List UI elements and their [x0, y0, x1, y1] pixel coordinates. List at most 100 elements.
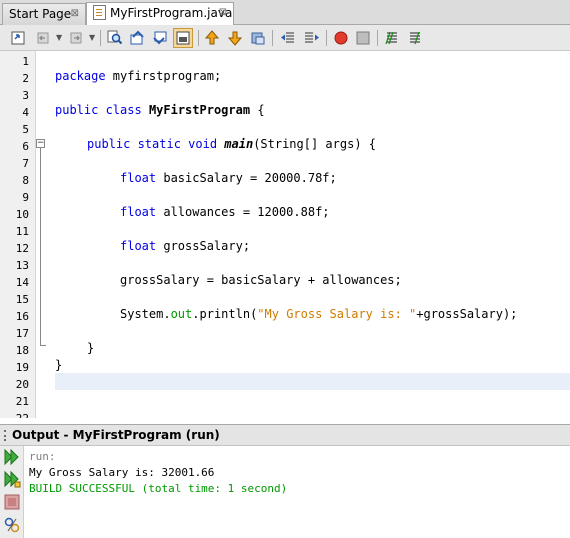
- uncomment-icon[interactable]: [405, 28, 425, 48]
- code-text: System.: [120, 307, 171, 321]
- class-name: MyFirstProgram: [148, 103, 251, 117]
- close-icon[interactable]: ⊠: [219, 3, 227, 23]
- line-number: 21: [15, 395, 29, 408]
- code-line: grossSalary = basicSalary + allowances;: [120, 272, 402, 289]
- previous-bookmark-icon[interactable]: [202, 28, 222, 48]
- toolbar-separator: [326, 30, 327, 46]
- code-text: +grossSalary);: [416, 307, 518, 321]
- output-line: My Gross Salary is: 32001.66: [29, 466, 215, 479]
- find-next-icon[interactable]: [150, 28, 170, 48]
- line-number: 14: [15, 276, 29, 289]
- line-number: 19: [15, 361, 29, 374]
- line-number: 15: [15, 293, 29, 306]
- string-literal: "My Gross Salary is: ": [257, 307, 417, 321]
- line-number: 7: [22, 157, 29, 170]
- code-text: }: [55, 358, 63, 372]
- fold-collapse-icon[interactable]: −: [36, 139, 45, 148]
- line-number: 13: [15, 259, 29, 272]
- line-number: 22: [0, 410, 29, 418]
- line-number: 1: [22, 55, 29, 68]
- field-name: out: [170, 307, 193, 321]
- tab-start-page[interactable]: Start Page ⊠: [2, 3, 86, 25]
- code-line: float allowances = 12000.88f;: [120, 204, 330, 221]
- find-previous-icon[interactable]: [128, 28, 148, 48]
- line-number: 3: [22, 89, 29, 102]
- line-number: 18: [15, 344, 29, 357]
- code-text: }: [87, 341, 95, 355]
- keyword: public class: [55, 103, 142, 117]
- tab-myfirstprogram-java[interactable]: MyFirstProgram.java ⊠: [86, 2, 234, 26]
- forward-icon[interactable]: [66, 28, 86, 48]
- fold-guide: [40, 148, 41, 346]
- code-editor[interactable]: 1 2 3 4 5 6 7 8 9 10 11 12 13 14 15 16 1…: [0, 51, 570, 418]
- line-number: 6: [22, 140, 29, 153]
- shift-left-icon[interactable]: [278, 28, 298, 48]
- method-name: main: [224, 137, 254, 151]
- code-text: allowances = 12000.88f;: [156, 205, 330, 219]
- line-number: 10: [15, 208, 29, 221]
- last-edit-icon[interactable]: [8, 28, 28, 48]
- toggle-highlight-search-icon[interactable]: [173, 28, 193, 48]
- current-line-highlight: [55, 373, 570, 390]
- output-window-title: Output - MyFirstProgram (run): [12, 428, 220, 442]
- keyword: float: [120, 205, 157, 219]
- java-file-icon: [93, 5, 106, 20]
- settings-icon[interactable]: [3, 516, 21, 534]
- shift-right-icon[interactable]: [302, 28, 322, 48]
- rerun-icon[interactable]: [3, 448, 21, 466]
- toolbar-separator: [377, 30, 378, 46]
- find-icon[interactable]: [105, 28, 125, 48]
- output-window-header[interactable]: Output - MyFirstProgram (run): [0, 424, 570, 446]
- chevron-down-icon[interactable]: ▼: [56, 28, 62, 48]
- code-text: basicSalary = 20000.78f;: [156, 171, 337, 185]
- next-bookmark-icon[interactable]: [225, 28, 245, 48]
- keyword: public static void: [87, 137, 218, 151]
- code-text: myfirstprogram;: [105, 69, 222, 83]
- stop-macro-recording-icon[interactable]: [353, 28, 373, 48]
- keyword: package: [55, 69, 106, 83]
- line-number: 9: [22, 191, 29, 204]
- code-text: (String[] args) {: [253, 137, 377, 151]
- back-icon[interactable]: [33, 28, 53, 48]
- editor-toolbar: ▼ ▼: [0, 25, 570, 51]
- toolbar-separator: [198, 30, 199, 46]
- rerun-with-options-icon[interactable]: [3, 470, 21, 488]
- stop-icon[interactable]: [3, 493, 21, 511]
- code-text: {: [250, 103, 265, 117]
- code-line: package myfirstprogram;: [55, 68, 221, 85]
- line-number: 12: [15, 242, 29, 255]
- fold-guide-end: [40, 345, 46, 346]
- code-text: .println(: [192, 307, 258, 321]
- line-number: 11: [15, 225, 29, 238]
- line-number: 16: [15, 310, 29, 323]
- toolbar-separator: [272, 30, 273, 46]
- line-number: 4: [22, 106, 29, 119]
- code-line: }: [55, 357, 62, 374]
- editor-tab-bar: Start Page ⊠ MyFirstProgram.java ⊠: [0, 0, 570, 26]
- line-number: 2: [22, 72, 29, 85]
- code-line: public class MyFirstProgram {: [55, 102, 265, 119]
- output-line: run:: [29, 450, 56, 463]
- code-line: float grossSalary;: [120, 238, 250, 255]
- chevron-down-icon[interactable]: ▼: [89, 28, 95, 48]
- line-number: 17: [15, 327, 29, 340]
- output-line: BUILD SUCCESSFUL (total time: 1 second): [29, 482, 288, 495]
- code-line: public static void main(String[] args) {: [87, 136, 376, 153]
- keyword: float: [120, 239, 157, 253]
- code-text: grossSalary;: [156, 239, 251, 253]
- start-macro-recording-icon[interactable]: [331, 28, 351, 48]
- line-number: 20: [15, 378, 29, 391]
- output-side-toolbar: [0, 446, 24, 538]
- keyword: float: [120, 171, 157, 185]
- line-number: 5: [22, 123, 29, 136]
- close-icon[interactable]: ⊠: [71, 4, 79, 24]
- line-number-gutter: 1 2 3 4 5 6 7 8 9 10 11 12 13 14 15 16 1…: [0, 51, 36, 418]
- line-number: 8: [22, 174, 29, 187]
- drag-handle-icon[interactable]: [4, 430, 8, 441]
- toggle-bookmark-icon[interactable]: [248, 28, 268, 48]
- comment-icon[interactable]: [382, 28, 402, 48]
- code-text: grossSalary = basicSalary + allowances;: [120, 273, 402, 287]
- tab-label: Start Page: [9, 7, 72, 21]
- code-line: float basicSalary = 20000.78f;: [120, 170, 337, 187]
- code-line: }: [87, 340, 94, 357]
